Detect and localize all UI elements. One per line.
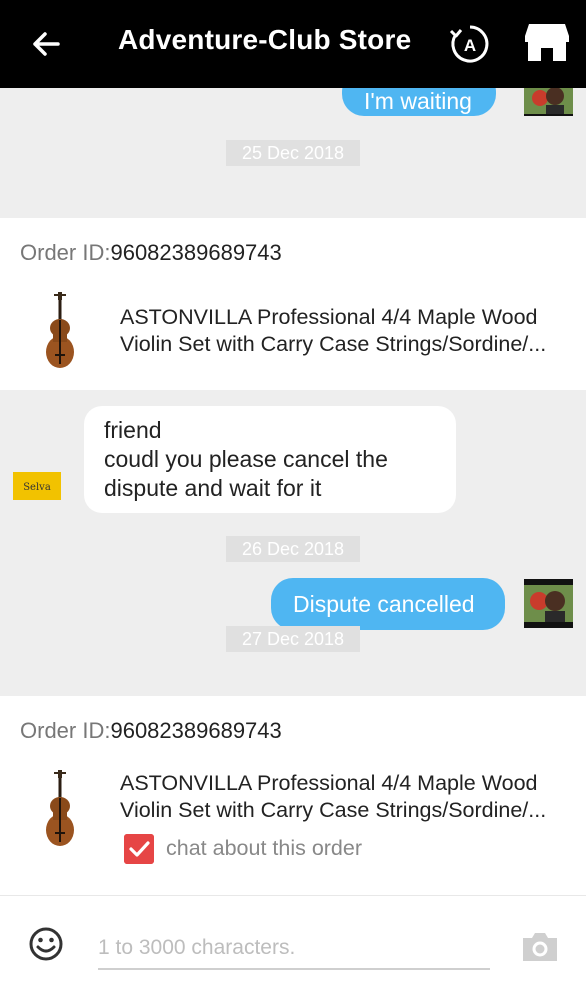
app-header: Adventure-Club Store A	[0, 0, 586, 88]
translate-glyph: A	[464, 36, 476, 55]
checkbox-checked-icon[interactable]	[124, 834, 154, 864]
message-composer	[0, 895, 586, 1001]
order-id-value: 96082389689743	[110, 240, 282, 265]
message-line: coudl you please cancel the	[104, 446, 388, 472]
product-name[interactable]: ASTONVILLA Professional 4/4 Maple Wood V…	[120, 304, 568, 358]
my-avatar	[524, 579, 573, 628]
date-separator: 25 Dec 2018	[226, 140, 360, 166]
message-line: dispute and wait for it	[104, 475, 322, 501]
product-name[interactable]: ASTONVILLA Professional 4/4 Maple Wood V…	[120, 770, 568, 824]
product-name-line2: Violin Set with Carry Case Strings/Sordi…	[120, 332, 547, 356]
chat-thread[interactable]: I'm waiting 25 Dec 2018 Order ID:9608238…	[0, 88, 586, 895]
violin-product-image[interactable]	[44, 292, 76, 370]
order-card[interactable]: Order ID:96082389689743 ASTONVILLA Profe…	[0, 696, 586, 895]
svg-text:Selva: Selva	[23, 482, 51, 493]
date-separator: 27 Dec 2018	[226, 626, 360, 652]
incoming-message: friend coudl you please cancel the dispu…	[84, 406, 456, 513]
order-card[interactable]: Order ID:96082389689743 ASTONVILLA Profe…	[0, 218, 586, 390]
outgoing-message: I'm waiting	[342, 88, 496, 116]
message-text: Dispute cancelled	[293, 591, 475, 617]
my-avatar	[524, 88, 573, 116]
outgoing-message: Dispute cancelled	[271, 578, 505, 630]
product-name-line1: ASTONVILLA Professional 4/4 Maple Wood	[120, 771, 538, 795]
checkbox-label: chat about this order	[166, 836, 363, 860]
emoji-icon[interactable]	[28, 926, 64, 962]
order-id-label: Order ID:	[20, 240, 111, 265]
message-input[interactable]	[98, 928, 490, 970]
back-arrow-icon[interactable]	[28, 26, 64, 62]
translate-icon[interactable]: A	[448, 22, 492, 66]
store-icon[interactable]	[524, 22, 570, 62]
violin-product-image[interactable]	[44, 770, 76, 848]
message-text: I'm waiting	[364, 88, 472, 114]
seller-avatar: Selva	[13, 472, 61, 500]
camera-icon[interactable]	[520, 930, 560, 964]
product-name-line2: Violin Set with Carry Case Strings/Sordi…	[120, 798, 547, 822]
order-id-label: Order ID:	[20, 718, 111, 743]
order-id: Order ID:96082389689743	[20, 718, 282, 744]
date-separator: 26 Dec 2018	[226, 536, 360, 562]
message-line: friend	[104, 417, 162, 443]
product-name-line1: ASTONVILLA Professional 4/4 Maple Wood	[120, 305, 538, 329]
page-title: Adventure-Club Store	[118, 24, 412, 55]
order-id-value: 96082389689743	[110, 718, 282, 743]
order-id: Order ID:96082389689743	[20, 240, 282, 266]
